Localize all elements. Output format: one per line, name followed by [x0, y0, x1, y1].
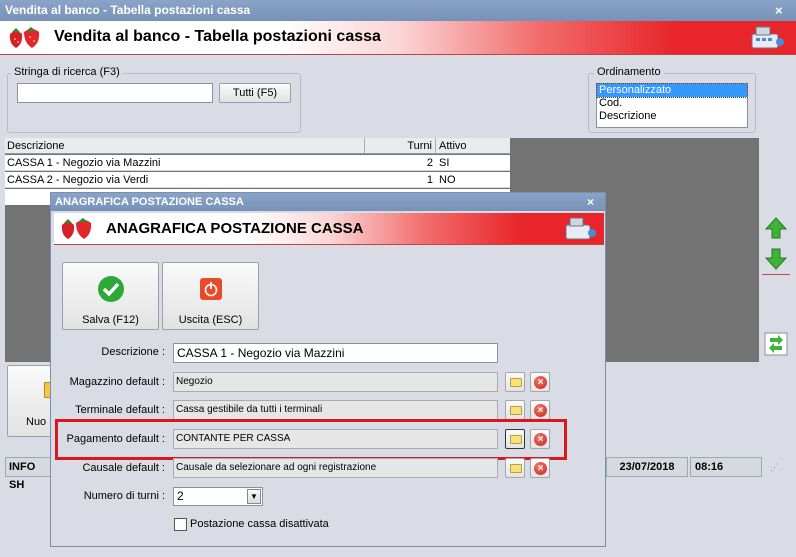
chevron-down-icon[interactable]: ▼ [247, 489, 261, 504]
dialog-title-bar: ANAGRAFICA POSTAZIONE CASSA × [51, 193, 605, 211]
all-button[interactable]: Tutti (F5) [219, 83, 291, 103]
causale-clear-button[interactable]: × [530, 458, 550, 478]
cell-descrizione: CASSA 1 - Negozio via Mazzini [7, 157, 161, 169]
ordering-option-selected[interactable]: Personalizzato [596, 83, 748, 98]
header-title: Vendita al banco - Tabella postazioni ca… [54, 28, 381, 45]
pagamento-field[interactable]: CONTANTE PER CASSA [173, 429, 498, 449]
column-header-turni[interactable]: Turni [366, 138, 436, 154]
descrizione-label: Descrizione : [101, 346, 165, 358]
dialog-title: ANAGRAFICA POSTAZIONE CASSA [55, 196, 244, 208]
resize-grip[interactable]: ⋰ [770, 462, 779, 473]
magazzino-label: Magazzino default : [69, 376, 165, 388]
causale-label: Causale default : [82, 462, 165, 474]
turni-select[interactable]: 2 ▼ [173, 487, 263, 506]
dialog-header-title: ANAGRAFICA POSTAZIONE CASSA [106, 220, 364, 237]
move-down-arrow-icon[interactable] [764, 247, 788, 271]
clear-icon: × [534, 462, 547, 475]
checkmark-icon [98, 276, 124, 302]
exit-button-label: Uscita (ESC) [178, 314, 243, 326]
pagamento-browse-button[interactable] [505, 429, 525, 449]
disattivata-checkbox[interactable] [174, 518, 187, 531]
cell-attivo: NO [439, 174, 456, 186]
pagamento-label: Pagamento default : [66, 433, 165, 445]
window-title-bar: Vendita al banco - Tabella postazioni ca… [0, 0, 796, 21]
exit-button[interactable]: Uscita (ESC) [162, 262, 259, 330]
turni-label: Numero di turni : [83, 490, 165, 502]
cell-turni: 2 [426, 157, 433, 169]
magazzino-field[interactable]: Negozio [173, 372, 498, 392]
clear-icon: × [534, 376, 547, 389]
descrizione-input[interactable]: CASSA 1 - Negozio via Mazzini [173, 343, 498, 363]
magazzino-browse-button[interactable] [505, 372, 525, 392]
folder-icon [510, 435, 522, 444]
table-row[interactable]: CASSA 1 - Negozio via Mazzini 2 SI [5, 155, 510, 171]
move-up-arrow-icon[interactable] [764, 216, 788, 240]
terminale-label: Terminale default : [75, 404, 165, 416]
strawberry-icon [61, 218, 92, 239]
refresh-icon[interactable] [764, 332, 788, 356]
turni-value: 2 [177, 489, 184, 503]
power-exit-icon [200, 278, 222, 300]
status-time: 08:16 [690, 457, 762, 477]
save-button-label: Salva (F12) [82, 314, 139, 326]
search-input[interactable] [17, 83, 213, 103]
causale-field[interactable]: Causale da selezionare ad ogni registraz… [173, 458, 498, 478]
clear-icon: × [534, 404, 547, 417]
terminale-browse-button[interactable] [505, 400, 525, 420]
cell-attivo: SI [439, 157, 450, 169]
header-banner: Vendita al banco - Tabella postazioni ca… [0, 21, 796, 55]
ordering-listbox[interactable]: Personalizzato Cod. Descrizione [596, 83, 748, 128]
terminale-clear-button[interactable]: × [530, 400, 550, 420]
anagrafica-dialog: ANAGRAFICA POSTAZIONE CASSA × ANAGRAFICA… [50, 192, 606, 547]
pagamento-clear-button[interactable]: × [530, 429, 550, 449]
magazzino-clear-button[interactable]: × [530, 372, 550, 392]
column-header-descrizione[interactable]: Descrizione [5, 138, 365, 154]
cash-register-icon [751, 26, 784, 49]
ordering-option[interactable]: Cod. [597, 97, 747, 110]
folder-icon [510, 378, 522, 387]
ordering-option[interactable]: Descrizione [597, 110, 747, 123]
causale-browse-button[interactable] [505, 458, 525, 478]
window-title: Vendita al banco - Tabella postazioni ca… [5, 3, 251, 17]
dialog-banner: ANAGRAFICA POSTAZIONE CASSA [54, 213, 604, 245]
search-legend: Stringa di ricerca (F3) [11, 66, 123, 78]
ordering-legend: Ordinamento [594, 66, 664, 78]
clear-icon: × [534, 433, 547, 446]
disattivata-label: Postazione cassa disattivata [190, 518, 329, 530]
strawberry-icon [9, 27, 40, 48]
folder-icon [510, 406, 522, 415]
status-info: INFO SH [5, 457, 51, 491]
cash-register-icon [565, 217, 596, 240]
save-button[interactable]: Salva (F12) [62, 262, 159, 330]
column-header-attivo[interactable]: Attivo [437, 138, 510, 154]
dialog-close-button[interactable]: × [587, 193, 594, 211]
new-button-label: Nuo [26, 416, 47, 428]
cell-descrizione: CASSA 2 - Negozio via Verdi [7, 174, 149, 186]
cell-turni: 1 [426, 174, 433, 186]
terminale-field[interactable]: Cassa gestibile da tutti i terminali [173, 400, 498, 420]
table-header: Descrizione Turni Attivo [5, 138, 510, 154]
table-row[interactable]: CASSA 2 - Negozio via Verdi 1 NO [5, 172, 510, 188]
folder-icon [510, 464, 522, 473]
status-date: 23/07/2018 [606, 457, 688, 477]
search-group [7, 73, 301, 133]
window-close-button[interactable]: × [775, 0, 783, 21]
arrow-divider [762, 274, 790, 275]
